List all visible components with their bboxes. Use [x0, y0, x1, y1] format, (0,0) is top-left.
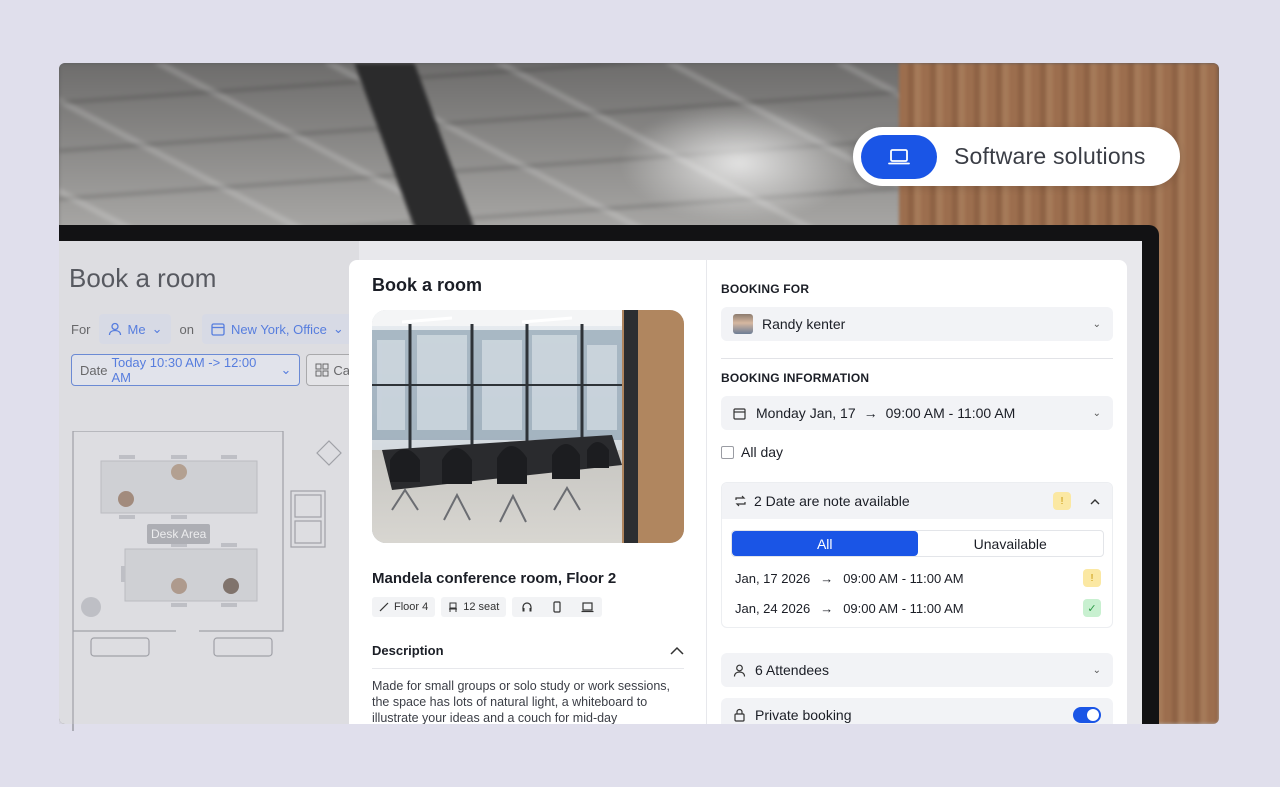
date-item-date: Jan, 17 2026: [735, 570, 811, 586]
seats-tag: 12 seat: [441, 597, 507, 617]
badge-pill: [861, 134, 937, 179]
segment-unavailable[interactable]: Unavailable: [918, 531, 1104, 556]
room-name: Mandela conference room, Floor 2: [372, 570, 617, 587]
date-item: Jan, 17 2026 → 09:00 AM - 11:00 AM !: [735, 569, 1101, 587]
amenity-icons: [512, 597, 603, 617]
lock-icon: [734, 708, 745, 722]
booking-for-label: BOOKING FOR: [721, 282, 810, 296]
ceiling-light: [619, 103, 859, 223]
private-booking-label: Private booking: [755, 707, 852, 723]
date-item-date: Jan, 24 2026: [735, 600, 811, 616]
floor-tag: Floor 4: [372, 597, 436, 617]
attendees-select[interactable]: 6 Attendees ⌄: [721, 653, 1113, 687]
phone-icon: [542, 601, 572, 613]
chevron-down-icon: ⌄: [1092, 407, 1101, 419]
check-icon: ✓: [1083, 599, 1101, 617]
chevron-down-icon: ⌄: [1092, 664, 1101, 676]
private-booking-row: Private booking: [721, 698, 1113, 724]
room-details: Book a room Mandela conference room, Flo…: [349, 260, 706, 724]
availability-title: 2 Date are note available: [754, 493, 910, 509]
all-day-checkbox[interactable]: [721, 445, 734, 459]
calendar-icon: [733, 407, 746, 420]
panel-divider: [706, 260, 707, 724]
arrow-right-icon: →: [863, 405, 878, 421]
description-text: Made for small groups or solo study or w…: [372, 679, 671, 724]
warning-icon: !: [1083, 569, 1101, 587]
room-photo: [372, 310, 684, 543]
pencil-icon: [379, 602, 389, 612]
seats-tag-label: 12 seat: [463, 601, 500, 613]
badge-label: Software solutions: [954, 143, 1146, 169]
arrow-right-icon: →: [820, 600, 834, 616]
seat-icon: [449, 602, 458, 612]
booking-modal: Book a room Mandela conference room, Flo…: [349, 260, 1127, 724]
modal-title: Book a room: [372, 275, 483, 295]
repeat-icon: [735, 495, 746, 507]
floor-tag-label: Floor 4: [394, 601, 429, 613]
room-tags: Floor 4 12 seat: [372, 597, 603, 617]
booking-for-value: Randy kenter: [762, 316, 846, 332]
private-booking-toggle[interactable]: [1073, 707, 1101, 723]
date-item-time: 09:00 AM - 11:00 AM: [843, 570, 964, 586]
attendees-label: 6 Attendees: [755, 662, 829, 678]
all-day-option[interactable]: All day: [721, 444, 783, 460]
laptop-icon: [888, 148, 910, 164]
time-value: 09:00 AM - 11:00 AM: [885, 405, 1016, 421]
dim-overlay: [59, 241, 359, 724]
availability-header[interactable]: 2 Date are note available !: [722, 483, 1112, 519]
chevron-down-icon: ⌄: [1092, 318, 1101, 330]
headphones-icon: [512, 601, 542, 613]
warning-icon: !: [1053, 492, 1071, 510]
booking-for-select[interactable]: Randy kenter ⌄: [721, 307, 1113, 341]
date-item: Jan, 24 2026 → 09:00 AM - 11:00 AM ✓: [735, 599, 1101, 617]
date-time-select[interactable]: Monday Jan, 17 → 09:00 AM - 11:00 AM ⌄: [721, 396, 1113, 430]
booking-info-label: BOOKING INFORMATION: [721, 371, 870, 385]
software-solutions-badge: Software solutions: [853, 127, 1180, 186]
segment-all[interactable]: All: [732, 531, 918, 556]
laptop-icon: [572, 601, 602, 613]
availability-panel: 2 Date are note available ! All Unavaila…: [721, 482, 1113, 628]
conference-room-image: [372, 310, 684, 543]
availability-filter: All Unavailable: [731, 530, 1104, 557]
avatar: [733, 314, 753, 334]
person-icon: [733, 664, 746, 677]
date-item-time: 09:00 AM - 11:00 AM: [843, 600, 964, 616]
booking-form: BOOKING FOR Randy kenter ⌄ BOOKING INFOR…: [721, 260, 1113, 724]
date-value: Monday Jan, 17: [756, 405, 856, 421]
arrow-right-icon: →: [820, 570, 834, 586]
description-heading: Description: [372, 643, 444, 658]
chevron-up-icon: [670, 646, 684, 655]
section-divider: [721, 358, 1113, 359]
all-day-label: All day: [741, 444, 784, 460]
description-toggle[interactable]: Description: [372, 643, 684, 669]
chevron-up-icon: [1090, 498, 1100, 504]
